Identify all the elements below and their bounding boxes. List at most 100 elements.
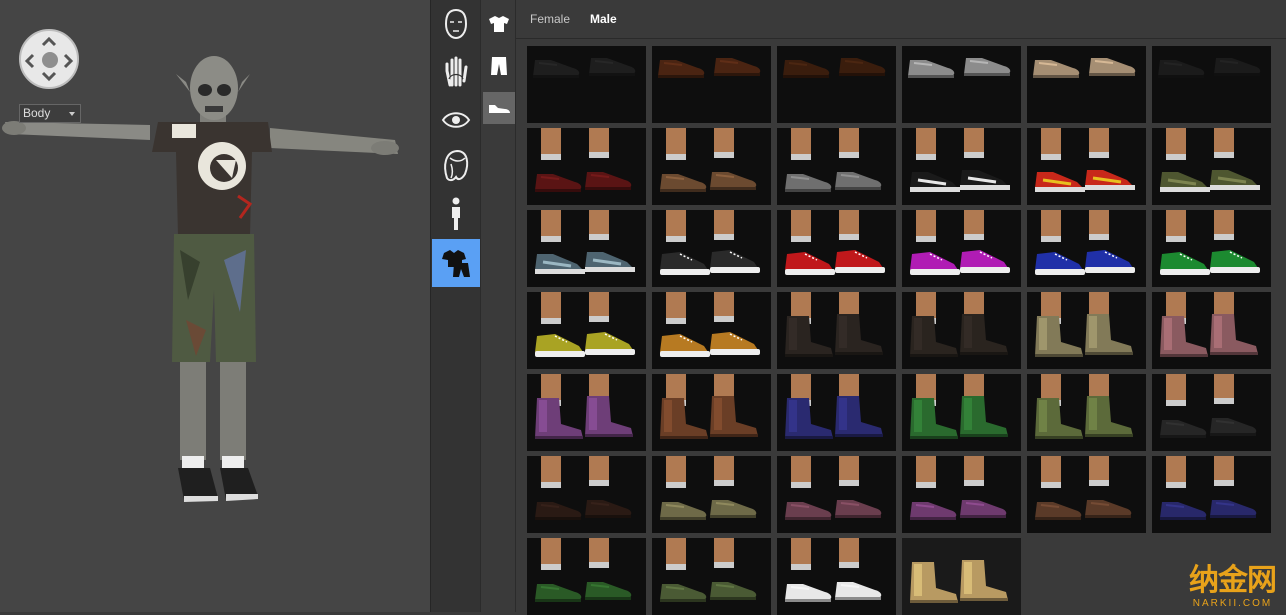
shoe-dress-image [777,128,896,205]
shoe-thumbnail[interactable] [902,456,1021,533]
shoe-thumbnail[interactable] [527,456,646,533]
shoe-boot-image [902,292,1021,369]
shoe-boot-image [1027,374,1146,451]
subcategory-tops[interactable] [483,8,515,40]
shoe-thumbnail[interactable] [1152,128,1271,205]
shoe-boot-image [1152,292,1271,369]
shoe-thumbnail[interactable] [652,128,771,205]
shoe-boot-image [902,374,1021,451]
shoe-oxford-image [1027,456,1146,533]
shoe-sneaker-image [902,128,1021,205]
shoe-thumbnail[interactable] [902,538,1021,615]
shoe-dress-image [652,128,771,205]
shoe-thumbnail[interactable] [652,456,771,533]
shoe-thumbnail[interactable] [777,210,896,287]
shoe-thumbnail[interactable] [902,374,1021,451]
shoe-boot-image [652,374,771,451]
shoe-boot-image [777,292,896,369]
shoe-thumbnail[interactable] [902,46,1021,123]
watermark-logo: 纳金网 [1189,563,1277,598]
shoe-thumbnail[interactable] [902,128,1021,205]
shoe-boot-image [1027,292,1146,369]
body-part-select[interactable]: Body [19,104,81,123]
shoe-oxford-image [777,538,896,615]
category-body[interactable] [432,190,480,238]
shoe-thumbnail[interactable] [1027,374,1146,451]
shoe-thumbnail[interactable] [1027,210,1146,287]
shoe-thumbnail[interactable] [1027,456,1146,533]
shoe-dress-image [652,46,771,123]
shoe-thumbnail[interactable] [527,538,646,615]
tab-female[interactable]: Female [530,12,570,26]
shoe-canvas-image [902,210,1021,287]
tab-male[interactable]: Male [590,12,617,26]
shoe-thumbnail[interactable] [777,538,896,615]
head-icon [444,8,468,40]
shoe-boot-image [902,538,1021,615]
gender-tabs: Female Male [516,0,1286,39]
shoe-dress-image [527,46,646,123]
category-head[interactable] [432,0,480,48]
shoe-thumbnail[interactable] [527,46,646,123]
subcategory-toolbar [480,0,516,612]
shoe-catalog-panel: Female Male [516,0,1286,615]
shoe-thumbnail[interactable] [1027,128,1146,205]
shoe-thumbnail[interactable] [527,374,646,451]
pants-icon [491,57,507,75]
shoe-canvas-image [1027,210,1146,287]
shoe-thumbnail[interactable] [652,374,771,451]
shoe-dress-image [777,46,896,123]
watermark: 纳金网 NARKII.COM [1189,563,1277,610]
shoe-thumbnail[interactable] [527,128,646,205]
shoe-dress-image [1152,46,1271,123]
shoe-thumbnail[interactable] [1152,210,1271,287]
watermark-url: NARKII.COM [1192,598,1273,609]
shoe-thumbnail[interactable] [777,46,896,123]
shoe-icon [489,105,510,113]
shoe-thumbnail[interactable] [652,210,771,287]
shoe-dress-image [527,128,646,205]
shoe-thumbnail[interactable] [652,46,771,123]
shoe-oxford-image [527,538,646,615]
shoe-thumbnail[interactable] [902,210,1021,287]
shoe-thumbnail[interactable] [1152,456,1271,533]
subcategory-bottoms[interactable] [483,50,515,82]
shoe-thumbnail[interactable] [1152,374,1271,451]
shoe-oxford-image [902,456,1021,533]
category-eyes[interactable] [432,96,480,144]
shoe-canvas-image [652,292,771,369]
shirt-icon [489,16,509,32]
shoe-boot-image [777,374,896,451]
shoe-canvas-image [527,292,646,369]
category-skin[interactable] [432,48,480,96]
hand-icon [445,56,468,87]
shoe-thumbnail[interactable] [1027,292,1146,369]
shoe-dress-image [1027,46,1146,123]
shoe-thumbnail[interactable] [1152,46,1271,123]
shoe-thumbnail[interactable] [777,128,896,205]
shoe-oxford-image [1152,456,1271,533]
shoe-thumbnail[interactable] [902,292,1021,369]
shoe-thumbnail[interactable] [777,374,896,451]
hair-icon [444,149,469,182]
shoe-thumbnail[interactable] [527,292,646,369]
shoe-thumbnail[interactable] [777,456,896,533]
figure-icon [452,197,460,230]
shoe-thumbnail[interactable] [652,292,771,369]
shoe-thumbnail[interactable] [777,292,896,369]
shoe-boot-image [527,374,646,451]
shoe-thumbnail[interactable] [652,538,771,615]
shoe-dress-image [902,46,1021,123]
character-viewport[interactable]: Body [0,0,430,612]
body-part-select-value: Body [23,106,51,120]
shoe-thumbnail[interactable] [1027,46,1146,123]
shoe-oxford-image [527,456,646,533]
shoe-thumbnail[interactable] [1152,292,1271,369]
shoe-canvas-image [1152,210,1271,287]
character-model[interactable] [0,0,430,612]
category-hair[interactable] [432,142,480,190]
shoe-thumbnail[interactable] [527,210,646,287]
category-toolbar [430,0,480,612]
subcategory-shoes[interactable] [483,92,515,124]
category-clothing[interactable] [432,239,480,287]
